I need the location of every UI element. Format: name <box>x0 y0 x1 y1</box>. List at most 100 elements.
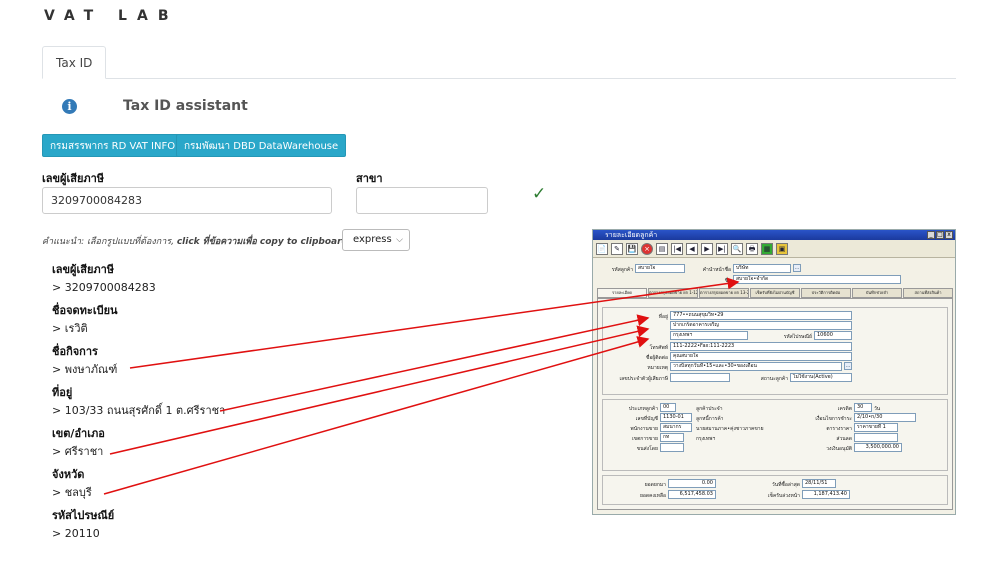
legacy-name-field: สบายใจ•จำกัด <box>733 275 901 284</box>
dbd-datawarehouse-button[interactable]: กรมพัฒนา DBD DataWarehouse <box>176 134 347 157</box>
new-doc-icon: 📄 <box>596 242 608 255</box>
legacy-phone-label: โทรศัพท์ <box>649 345 668 351</box>
legacy-city: กรุงเทพฯ <box>696 436 716 442</box>
legacy-note-field: วางบิลทุกวันที่•15•และ•30•ของเดือน <box>670 362 842 371</box>
field-label-address: ที่อยู่ <box>52 386 73 399</box>
hint-text: คำแนะนำ: เลือกรูปแบบที่ต้องการ, click ที… <box>42 234 348 248</box>
legacy-tab-cheques: เช็ครับที่ยังไม่ผ่านบัญชี <box>750 288 800 298</box>
legacy-credit-unit: วัน <box>874 406 881 412</box>
save-icon: 💾 <box>626 242 638 255</box>
legacy-debtor-label: ลูกหนี้การค้า <box>696 416 724 422</box>
legacy-balance-field: 6,517,458.03 <box>668 490 716 499</box>
legacy-discount-field <box>854 433 898 442</box>
legacy-beginning-field: 0.00 <box>668 479 716 488</box>
legacy-phone-field: 111-2222•Fax:111-2223 <box>670 342 852 351</box>
exit-icon: ▣ <box>776 242 788 255</box>
field-label-taxid: เลขผู้เสียภาษี <box>52 263 115 276</box>
legacy-status-field: ไม่ใช้งาน(Active) <box>790 373 852 382</box>
legacy-tab-shipping: สถานที่ส่งสินค้า <box>903 288 953 298</box>
legacy-code-field: สบายใจ <box>635 264 685 273</box>
legacy-limit-label: วงเงินอนุมัติ <box>826 446 852 452</box>
search-icon: 🔍 <box>731 242 743 255</box>
legacy-balance-label: ยอดคงเหลือ <box>639 493 666 499</box>
maximize-icon: □ <box>936 231 944 239</box>
legacy-app-titlebar: รายละเอียดลูกค้า _ □ x <box>593 230 955 240</box>
hint-highlight: click ที่ข้อความเพื่อ copy to clipboard <box>176 237 348 247</box>
prev-record-icon: ◀ <box>686 242 698 255</box>
tab-tax-id[interactable]: Tax ID <box>42 46 107 79</box>
grid-icon: ▤ <box>656 242 668 255</box>
legacy-limit-field: 3,500,000.00 <box>854 443 902 452</box>
legacy-tab-detail: รายละเอียด <box>597 288 647 298</box>
legacy-status-label: สถานะลูกค้า <box>760 376 788 382</box>
rd-vat-info-button[interactable]: กรมสรรพากร RD VAT INFO <box>42 134 184 157</box>
brand-logo: VAT LAB <box>44 8 179 24</box>
legacy-type-field: 00 <box>660 403 676 412</box>
legacy-terms-label: เงื่อนไขการชำระ <box>815 416 852 422</box>
delete-icon: ⨯ <box>641 242 653 255</box>
taxid-input[interactable]: 3209700084283 <box>42 187 332 214</box>
tab-bar: Tax ID <box>42 46 956 79</box>
field-value-district[interactable]: > ศรีราชา <box>52 442 225 466</box>
field-value-province[interactable]: > ชลบุรี <box>52 483 225 507</box>
first-record-icon: |◀ <box>671 242 683 255</box>
branch-label: สาขา <box>356 172 383 185</box>
format-select[interactable]: express ⌵ <box>342 229 410 251</box>
field-value-postcode[interactable]: > 20110 <box>52 524 225 548</box>
branch-input[interactable] <box>356 187 488 214</box>
print-icon: 🖶 <box>746 242 758 255</box>
legacy-ship-label: ขนส่งโดย <box>636 446 658 452</box>
assistant-title: Tax ID assistant <box>123 98 248 114</box>
field-label-business-name: ชื่อกิจการ <box>52 345 98 358</box>
legacy-lastbuy-label: วันที่ซื้อล่าสุด <box>771 482 800 488</box>
legacy-acct-label: เลขที่บัญชี <box>635 416 658 422</box>
legacy-name-label: ชื่อ <box>724 278 731 284</box>
legacy-note-label: หมายเหตุ <box>647 365 668 371</box>
legacy-acct-field: 1130-01 <box>660 413 692 422</box>
legacy-contact-label: ชื่อผู้ติดต่อ <box>645 355 668 361</box>
legacy-cheque-field: 1,187,413.40 <box>802 490 850 499</box>
legacy-beginning-label: ยอดยกมา <box>644 482 666 488</box>
legacy-taxid-field <box>670 373 730 382</box>
legacy-address-line3: กรุงเทพฯ <box>670 331 748 340</box>
legacy-address-line1: 777••ถนนสุขุมวิท•29 <box>670 311 852 320</box>
legacy-code-label: รหัสลูกค้า <box>611 267 633 273</box>
field-label-registered-name: ชื่อจดทะเบียน <box>52 304 118 317</box>
legacy-zip-field: 10600 <box>814 331 852 340</box>
next-record-icon: ▶ <box>701 242 713 255</box>
field-label-postcode: รหัสไปรษณีย์ <box>52 509 115 522</box>
legacy-app-tabs: รายละเอียด ตารางสรุปยอดขาย ยก 1-12 ตาราง… <box>597 288 953 298</box>
legacy-group-balance <box>602 475 948 505</box>
spreadsheet-icon: ▦ <box>761 242 773 255</box>
field-value-address[interactable]: > 103/33 ถนนสุรศักดิ์ 1 ต.ศรีราชา <box>52 401 225 425</box>
legacy-lastbuy-field: 28/11/51 <box>802 479 836 488</box>
legacy-detail-panel: ที่อยู่ 777••ถนนสุขุมวิท•29 ปากเกร็ดอาคา… <box>597 298 953 510</box>
chevron-down-icon: ⌵ <box>396 235 403 245</box>
last-record-icon: ▶| <box>716 242 728 255</box>
legacy-zip-label: รหัสไปรษณีย์ <box>783 334 812 340</box>
field-label-district: เขต/อำเภอ <box>52 427 105 440</box>
edit-icon: ✎ <box>611 242 623 255</box>
lookup-icon: … <box>793 264 801 272</box>
legacy-tab-sales-13-24: ตารางสรุปยอดขาย ยก 13-24 <box>699 288 749 298</box>
legacy-prefix-label: คำนำหน้าชื่อ <box>702 267 731 273</box>
hint-prefix: คำแนะนำ: เลือกรูปแบบที่ต้องการ, <box>42 237 177 247</box>
result-fields: เลขผู้เสียภาษี > 3209700084283 ชื่อจดทะเ… <box>52 261 225 548</box>
legacy-cheque-label: เช็ครับล่วงหน้า <box>767 493 800 499</box>
legacy-address-label: ที่อยู่ <box>658 314 668 320</box>
field-value-taxid[interactable]: > 3209700084283 <box>52 278 225 302</box>
legacy-sales-label: พนักงานขาย <box>630 426 658 432</box>
field-value-registered-name[interactable]: > เรวิติ <box>52 319 225 343</box>
legacy-nickname: นายสมานภาค•คุ่งชาวภาคขาย <box>696 426 764 432</box>
legacy-address-line2: ปากเกร็ดอาคารเจริญ <box>670 321 852 330</box>
legacy-regular-label: ลูกค้าประจำ <box>696 406 723 412</box>
legacy-credit-field: 30 <box>854 403 872 412</box>
field-value-business-name[interactable]: > พงษาภัณฑ์ <box>52 360 225 384</box>
valid-check-icon: ✓ <box>532 184 547 204</box>
taxid-label: เลขผู้เสียภาษี <box>42 172 105 185</box>
legacy-taxid-label: เลขประจำตัวผู้เสียภาษี <box>619 376 668 382</box>
legacy-prefix-field: บริษัท <box>733 264 791 273</box>
legacy-app-screenshot: รายละเอียดลูกค้า _ □ x 📄 ✎ 💾 ⨯ ▤ |◀ ◀ ▶ … <box>592 229 956 515</box>
legacy-app-toolbar: 📄 ✎ 💾 ⨯ ▤ |◀ ◀ ▶ ▶| 🔍 🖶 ▦ ▣ <box>593 240 955 258</box>
close-icon: x <box>945 231 953 239</box>
